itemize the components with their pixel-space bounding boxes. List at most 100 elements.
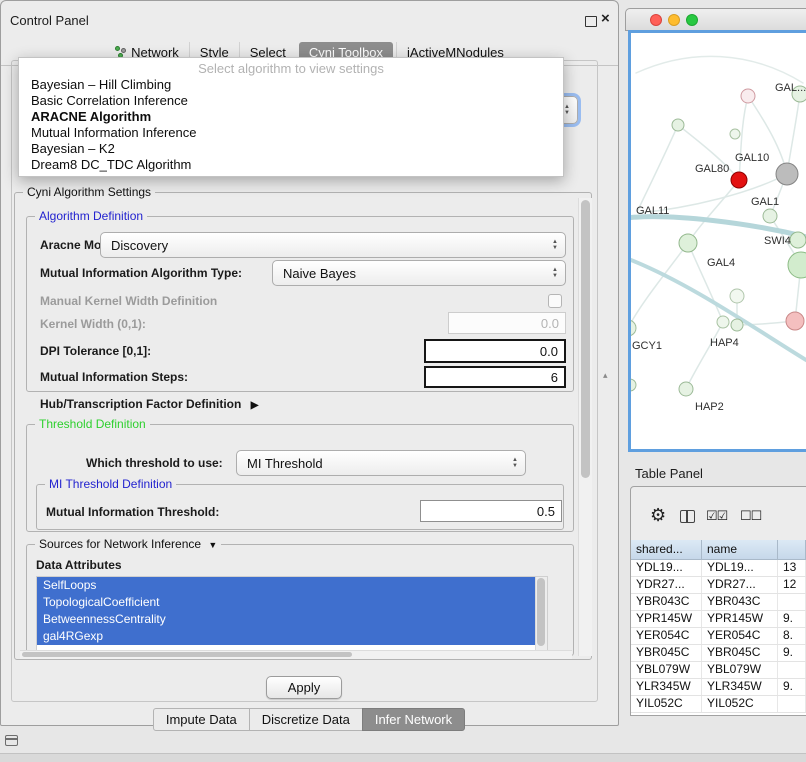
data-attributes-list[interactable]: SelfLoopsTopologicalCoefficientBetweenne… (36, 576, 548, 652)
table-row[interactable]: YIL052CYIL052C (631, 696, 806, 713)
network-node[interactable] (731, 172, 747, 188)
network-node[interactable] (679, 382, 693, 396)
bottom-tab-impute-data[interactable]: Impute Data (153, 708, 250, 731)
network-node[interactable] (731, 319, 743, 331)
network-edge[interactable] (638, 125, 678, 210)
dropdown-item-bayesian-k2[interactable]: Bayesian – K2 (19, 141, 563, 157)
table-row[interactable]: YBR045CYBR045C9. (631, 645, 806, 662)
combobox-stepper-icon: ▲▼ (548, 239, 562, 251)
attributes-list-scrollbar[interactable] (535, 577, 547, 651)
table-column-header-name[interactable]: name (702, 540, 778, 559)
network-node[interactable] (763, 209, 777, 223)
table-row[interactable]: YPR145WYPR145W9. (631, 611, 806, 628)
table-cell: YBL079W (631, 662, 702, 678)
float-window-icon[interactable] (585, 16, 597, 27)
sources-legend[interactable]: Sources for Network Inference ▼ (35, 537, 221, 551)
table-columns-icon[interactable] (680, 510, 695, 523)
algorithm-dropdown-popup: Select algorithm to view settings Bayesi… (18, 57, 564, 177)
splitter-collapse-button[interactable]: ▴ (603, 370, 608, 381)
hub-expand-icon[interactable]: ▶ (251, 400, 259, 411)
dpi-tolerance-field[interactable]: 0.0 (424, 339, 566, 363)
table-row[interactable]: YBR043CYBR043C (631, 594, 806, 611)
table-row[interactable]: YDL19...YDL19...13 (631, 560, 806, 577)
aracne-mode-combobox[interactable]: Discovery ▲▼ (100, 232, 566, 258)
network-node[interactable] (672, 119, 684, 131)
attribute-item-betweennesscentrality[interactable]: BetweennessCentrality (37, 611, 535, 628)
mi-threshold-field[interactable]: 0.5 (420, 500, 562, 522)
sources-title: Sources for Network Inference (39, 537, 201, 551)
manual-kernel-width-label: Manual Kernel Width Definition (40, 294, 217, 308)
sources-collapse-icon[interactable]: ▼ (208, 540, 217, 550)
algorithm-definition-legend: Algorithm Definition (35, 209, 147, 223)
dropdown-item-mutual-information-inference[interactable]: Mutual Information Inference (19, 125, 563, 141)
attributes-list-scrollbar-thumb[interactable] (537, 578, 545, 646)
network-edge[interactable] (739, 96, 748, 180)
table-column-header-extra[interactable] (778, 540, 806, 559)
dropdown-item-list: Bayesian – Hill ClimbingBasic Correlatio… (19, 77, 563, 173)
dropdown-item-aracne-algorithm[interactable]: ARACNE Algorithm (19, 109, 563, 125)
mi-steps-value: 6 (551, 370, 558, 385)
dropdown-item-dream8-dc-tdc-algorithm[interactable]: Dream8 DC_TDC Algorithm (19, 157, 563, 173)
network-node[interactable] (631, 320, 636, 336)
table-settings-gear-icon[interactable]: ⚙ (650, 505, 666, 526)
table-row[interactable]: YER054CYER054C8. (631, 628, 806, 645)
mi-steps-field[interactable]: 6 (424, 366, 566, 388)
manual-kernel-width-checkbox[interactable] (548, 294, 562, 308)
close-traffic-light[interactable] (650, 14, 662, 26)
zoom-traffic-light[interactable] (686, 14, 698, 26)
network-canvas[interactable]: GAL...GAL80GAL10GAL11GAL1SWI4GAL4GCY1HAP… (628, 30, 806, 452)
network-edge[interactable] (787, 94, 800, 174)
dropdown-item-bayesian-hill-climbing[interactable]: Bayesian – Hill Climbing (19, 77, 563, 93)
network-edge[interactable] (688, 180, 739, 243)
hub-definition-toggle[interactable]: Hub/Transcription Factor Definition ▶ (40, 397, 258, 411)
table-row[interactable]: YBL079WYBL079W (631, 662, 806, 679)
table-deselect-all-icon[interactable]: ☐☐ (740, 508, 761, 524)
hub-definition-label: Hub/Transcription Factor Definition (40, 397, 241, 411)
dropdown-prompt: Select algorithm to view settings (19, 60, 563, 77)
network-window-titlebar[interactable] (625, 8, 806, 31)
network-edge[interactable] (686, 322, 723, 389)
table-cell: YDR27... (702, 577, 778, 593)
table-select-all-icon[interactable]: ☑☑ (706, 508, 727, 524)
attribute-item-gal4rgexp[interactable]: gal4RGexp (37, 628, 535, 645)
network-node[interactable] (776, 163, 798, 185)
bottom-tab-infer-network[interactable]: Infer Network (362, 708, 465, 731)
table-cell (778, 662, 806, 678)
kernel-width-field[interactable]: 0.0 (448, 312, 566, 334)
close-window-icon[interactable]: × (601, 10, 610, 27)
table-row[interactable]: YLR345WYLR345W9. (631, 679, 806, 696)
network-edge[interactable] (688, 243, 723, 322)
mi-type-combobox[interactable]: Naive Bayes ▲▼ (272, 260, 566, 286)
table-row[interactable]: YDR27...YDR27...12 (631, 577, 806, 594)
network-node[interactable] (679, 234, 697, 252)
network-node-label-gal1: GAL1 (751, 196, 779, 208)
table-panel-title: Table Panel (635, 466, 703, 481)
table-cell: 12 (778, 577, 806, 593)
table-cell: YPR145W (702, 611, 778, 627)
settings-horizontal-scrollbar[interactable] (20, 650, 572, 659)
attribute-item-selfloops[interactable]: SelfLoops (37, 577, 535, 594)
network-node[interactable] (717, 316, 729, 328)
network-node[interactable] (730, 129, 740, 139)
network-node[interactable] (788, 252, 806, 278)
table-column-header-shared[interactable]: shared... (631, 540, 702, 559)
attribute-item-topologicalcoefficient[interactable]: TopologicalCoefficient (37, 594, 535, 611)
network-node[interactable] (730, 289, 744, 303)
settings-scrollbar-thumb[interactable] (581, 200, 590, 478)
dock-panel-icon[interactable] (5, 735, 18, 746)
minimize-traffic-light[interactable] (668, 14, 680, 26)
table-header-row[interactable]: shared...name (631, 540, 806, 560)
settings-horizontal-scrollbar-thumb[interactable] (22, 652, 352, 657)
network-node[interactable] (741, 89, 755, 103)
bottom-tab-discretize-data[interactable]: Discretize Data (249, 708, 363, 731)
which-threshold-combobox[interactable]: MI Threshold ▲▼ (236, 450, 526, 476)
network-edge[interactable] (636, 56, 803, 83)
apply-button[interactable]: Apply (266, 676, 342, 699)
network-node[interactable] (786, 312, 804, 330)
network-node[interactable] (631, 379, 636, 391)
network-edge[interactable] (631, 243, 688, 328)
table-cell: YDL19... (631, 560, 702, 576)
dropdown-item-basic-correlation-inference[interactable]: Basic Correlation Inference (19, 93, 563, 109)
network-node[interactable] (790, 232, 806, 248)
settings-scrollbar[interactable] (578, 198, 592, 656)
